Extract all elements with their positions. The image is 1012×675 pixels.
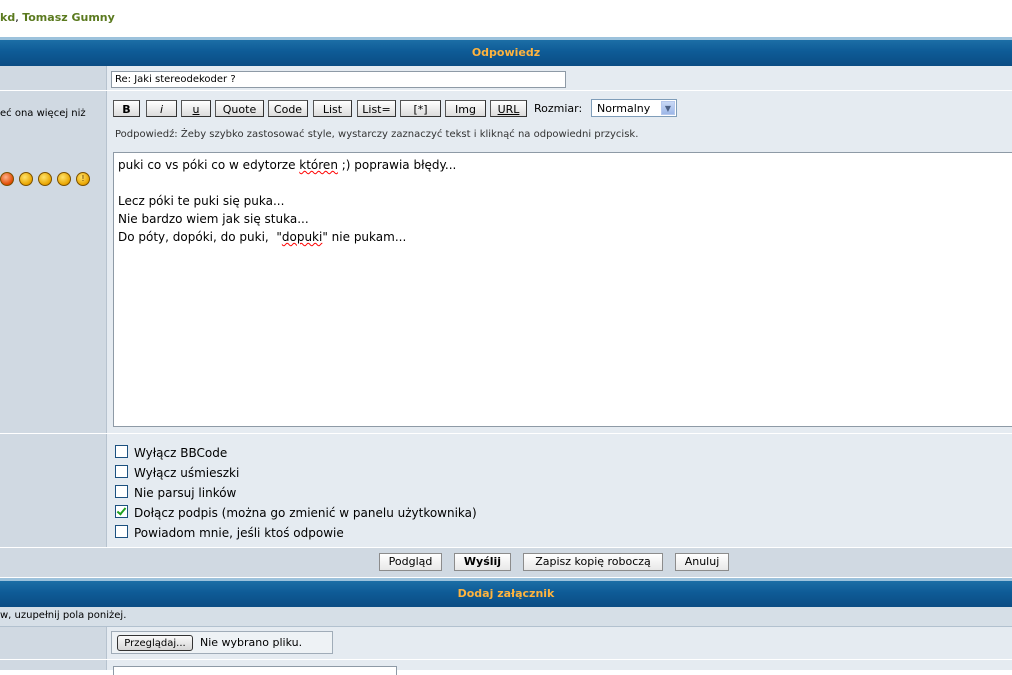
misspelled-word: dopuki [281, 230, 323, 244]
attachment-section-header: Dodaj załącznik [0, 578, 1012, 607]
option-disable-smilies[interactable]: Wyłącz uśmieszki [115, 465, 239, 480]
option-label: Wyłącz uśmieszki [134, 466, 240, 480]
message-text: puki co vs póki co w edytorze [118, 158, 300, 172]
send-button[interactable]: Wyślij [454, 553, 511, 571]
checkbox[interactable] [115, 445, 128, 458]
attachment-note-row: w, uzupełnij pola poniżej. [0, 607, 1012, 627]
reply-section-title: Odpowiedz [471, 46, 541, 59]
attachment-note: w, uzupełnij pola poniżej. [0, 610, 127, 621]
preview-button[interactable]: Podgląd [379, 553, 442, 571]
list-item-button[interactable]: [*] [400, 100, 441, 117]
attachment-section-title: Dodaj załącznik [457, 587, 555, 600]
img-button[interactable]: Img [445, 100, 486, 117]
no-file-text: Nie wybrano pliku. [200, 636, 303, 649]
message-row: eć ona więcej niż B i u Quote Code List … [0, 91, 1012, 434]
comment-row [0, 660, 1012, 675]
action-buttons-row: Podgląd Wyślij Zapisz kopię roboczą Anul… [0, 548, 1012, 577]
file-row: Przeglądaj... Nie wybrano pliku. [0, 627, 1012, 660]
option-disable-bbcode[interactable]: Wyłącz BBCode [115, 445, 227, 460]
italic-button[interactable]: i [146, 100, 177, 117]
reply-section-header: Odpowiedz [0, 37, 1012, 66]
option-notify-reply[interactable]: Powiadom mnie, jeśli ktoś odpowie [115, 525, 344, 540]
message-editor-cell: B i u Quote Code List List= [*] Img URL … [107, 91, 1012, 433]
option-no-parse-links[interactable]: Nie parsuj linków [115, 485, 236, 500]
evil-grin-smiley-icon[interactable] [19, 172, 33, 186]
user-link-kd[interactable]: kd [0, 11, 15, 24]
save-draft-button[interactable]: Zapisz kopię roboczą [523, 553, 663, 571]
message-text: ;) poprawia błędy... [337, 158, 457, 172]
option-label: Dołącz podpis (można go zmienić w panelu… [134, 506, 477, 520]
message-left-cell: eć ona więcej niż [0, 91, 107, 433]
size-select[interactable]: Normalny ▼ [591, 99, 677, 117]
options-cell: Wyłącz BBCode Wyłącz uśmieszki Nie parsu… [107, 434, 1012, 547]
confused-smiley-icon[interactable] [38, 172, 52, 186]
checkbox[interactable] [115, 525, 128, 538]
left-note: eć ona więcej niż [0, 108, 86, 119]
file-input-cell: Przeglądaj... Nie wybrano pliku. [107, 627, 1012, 659]
message-text: Nie bardzo wiem jak się stuka... [118, 212, 309, 226]
subject-input[interactable]: Re: Jaki stereodekoder ? [111, 71, 566, 88]
quote-button[interactable]: Quote [215, 100, 264, 117]
file-input[interactable]: Przeglądaj... Nie wybrano pliku. [111, 631, 333, 654]
message-text: " nie pukam... [322, 230, 407, 244]
underline-button[interactable]: u [181, 100, 211, 117]
message-textarea[interactable]: puki co vs póki co w edytorze któren ;) … [113, 152, 1012, 427]
browse-button[interactable]: Przeglądaj... [117, 635, 193, 651]
subject-label-cell [0, 66, 107, 90]
checkbox-checked[interactable] [115, 505, 128, 518]
subject-row: Re: Jaki stereodekoder ? [0, 66, 1012, 91]
message-text: Lecz póki te puki się puka... [118, 194, 285, 208]
list-ordered-button[interactable]: List= [357, 100, 396, 117]
list-button[interactable]: List [313, 100, 352, 117]
option-label: Nie parsuj linków [134, 486, 237, 500]
subject-input-cell: Re: Jaki stereodekoder ? [107, 66, 1012, 90]
cancel-button[interactable]: Anuluj [675, 553, 729, 571]
wink-smiley-icon[interactable] [57, 172, 71, 186]
options-row: Wyłącz BBCode Wyłącz uśmieszki Nie parsu… [0, 434, 1012, 548]
chevron-down-icon[interactable]: ▼ [661, 101, 675, 115]
url-button[interactable]: URL [490, 100, 527, 117]
option-label: Wyłącz BBCode [134, 446, 228, 460]
comment-input[interactable] [113, 666, 397, 675]
exclamation-smiley-icon[interactable]: ! [76, 172, 90, 186]
size-select-value: Normalny [597, 102, 651, 115]
comment-label-cell [0, 660, 107, 670]
user-link-tomasz-gumny[interactable]: Tomasz Gumny [22, 11, 115, 24]
checkbox[interactable] [115, 485, 128, 498]
misspelled-word: któren [299, 158, 338, 172]
option-label: Powiadom mnie, jeśli ktoś odpowie [134, 526, 344, 540]
code-button[interactable]: Code [268, 100, 308, 117]
option-attach-signature[interactable]: Dołącz podpis (można go zmienić w panelu… [115, 505, 477, 520]
user-list: kd, Tomasz Gumny [0, 11, 115, 24]
checkbox[interactable] [115, 465, 128, 478]
message-text: Do póty, dopóki, do puki, " [118, 230, 282, 244]
comment-input-cell [107, 660, 1012, 675]
formatting-hint: Podpowiedź: Żeby szybko zastosować style… [115, 129, 639, 140]
bold-button[interactable]: B [113, 100, 140, 117]
angry-devil-smiley-icon[interactable] [0, 172, 14, 186]
options-left-cell [0, 434, 107, 547]
file-label-cell [0, 627, 107, 659]
size-label: Rozmiar: [534, 102, 583, 115]
